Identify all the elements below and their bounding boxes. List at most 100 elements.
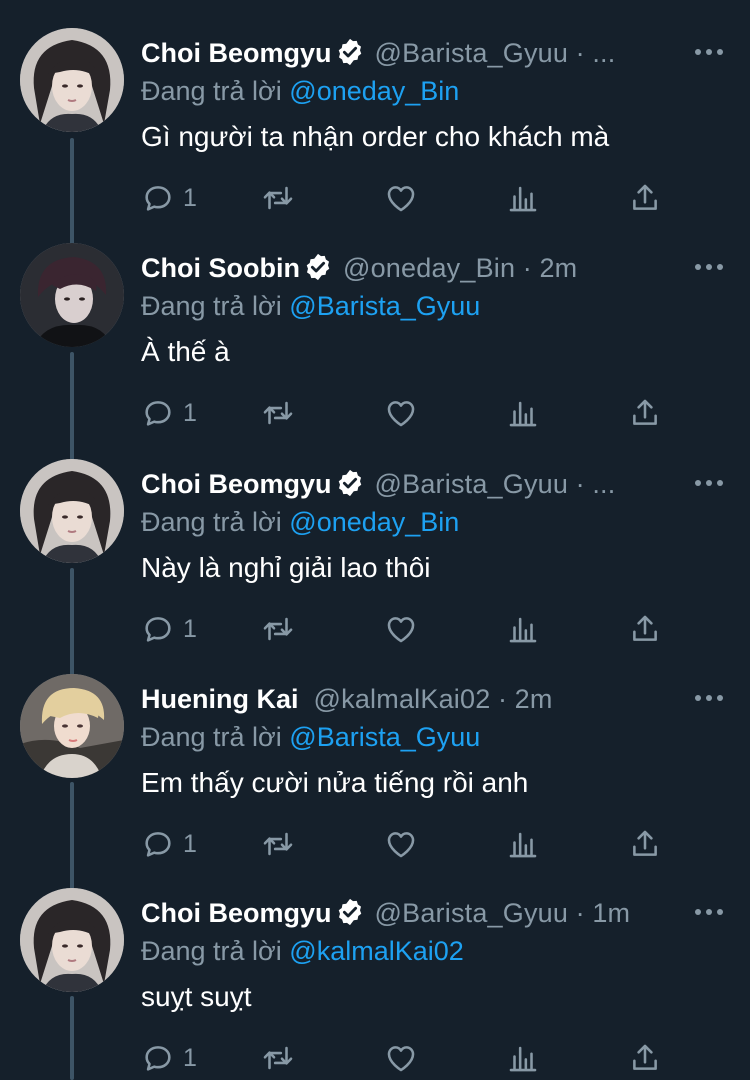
- user-handle[interactable]: @oneday_Bin: [343, 253, 515, 283]
- mention-link[interactable]: @Barista_Gyuu: [289, 291, 480, 321]
- replying-to-label: Đang trả lời: [141, 507, 282, 537]
- analytics-icon: [509, 832, 537, 858]
- reply-count: 1: [183, 829, 197, 858]
- avatar[interactable]: [20, 888, 124, 992]
- timestamp[interactable]: 2m: [515, 684, 553, 714]
- share-button[interactable]: [628, 393, 662, 433]
- share-button[interactable]: [628, 178, 662, 218]
- analytics-button[interactable]: [506, 609, 540, 649]
- retweet-button[interactable]: [261, 824, 295, 864]
- like-button[interactable]: [384, 824, 418, 864]
- replying-to: Đang trả lời @kalmalKai02: [141, 932, 464, 970]
- retweet-icon: [263, 1046, 293, 1070]
- user-handle[interactable]: @kalmalKai02: [314, 684, 491, 714]
- share-icon: [633, 830, 657, 856]
- more-options-icon[interactable]: [693, 255, 725, 279]
- tweet-header: Choi Beomgyu @Barista_Gyuu · ...: [141, 34, 686, 72]
- separator-dot: ·: [575, 469, 585, 499]
- retweet-button[interactable]: [261, 393, 295, 433]
- like-button[interactable]: [384, 178, 418, 218]
- replying-to-label: Đang trả lời: [141, 936, 282, 966]
- analytics-button[interactable]: [506, 1038, 540, 1078]
- mention-link[interactable]: @Barista_Gyuu: [289, 722, 480, 752]
- avatar-beomgyu-image: [20, 28, 124, 132]
- reply-icon: [145, 1046, 171, 1071]
- separator-dot: ·: [497, 684, 508, 714]
- mention-link[interactable]: @kalmalKai02: [289, 936, 464, 966]
- analytics-button[interactable]: [506, 393, 540, 433]
- like-button[interactable]: [384, 609, 418, 649]
- reply-count: 1: [183, 614, 197, 643]
- reply-button[interactable]: 1: [141, 178, 197, 218]
- reply-icon: [145, 401, 171, 426]
- share-icon: [633, 184, 657, 210]
- more-options-icon[interactable]: [693, 40, 725, 64]
- timestamp[interactable]: 1m: [592, 898, 630, 928]
- retweet-icon: [263, 832, 293, 856]
- display-name[interactable]: Choi Beomgyu: [141, 38, 332, 68]
- tweet[interactable]: Choi Beomgyu @Barista_Gyuu · ... Đang trả…: [0, 0, 750, 214]
- reply-count: 1: [183, 398, 197, 427]
- more-options-icon[interactable]: [693, 900, 725, 924]
- analytics-button[interactable]: [506, 824, 540, 864]
- like-button[interactable]: [384, 393, 418, 433]
- timestamp[interactable]: ...: [592, 38, 615, 68]
- replying-to: Đang trả lời @Barista_Gyuu: [141, 287, 480, 325]
- user-handle[interactable]: @Barista_Gyuu: [375, 38, 569, 68]
- retweet-button[interactable]: [261, 178, 295, 218]
- retweet-button[interactable]: [261, 609, 295, 649]
- analytics-icon: [509, 1046, 537, 1072]
- mention-link[interactable]: @oneday_Bin: [289, 507, 459, 537]
- avatar[interactable]: [20, 674, 124, 778]
- replying-to: Đang trả lời @oneday_Bin: [141, 503, 459, 541]
- tweet[interactable]: Choi Soobin @oneday_Bin · 2m Đang trả lời…: [0, 215, 750, 429]
- separator-dot: ·: [522, 253, 532, 283]
- display-name[interactable]: Choi Beomgyu: [141, 898, 332, 928]
- more-options-icon[interactable]: [693, 686, 725, 710]
- analytics-button[interactable]: [506, 178, 540, 218]
- timestamp[interactable]: ...: [592, 469, 615, 499]
- tweet[interactable]: Choi Beomgyu @Barista_Gyuu · ... Đang trả…: [0, 431, 750, 645]
- avatar-beomgyu-image: [20, 888, 124, 992]
- reply-icon: [145, 617, 171, 642]
- tweet-actions: 1: [141, 393, 681, 433]
- heart-icon: [387, 832, 415, 858]
- reply-count: 1: [183, 1043, 197, 1072]
- mention-link[interactable]: @oneday_Bin: [289, 76, 459, 106]
- share-button[interactable]: [628, 609, 662, 649]
- like-button[interactable]: [384, 1038, 418, 1078]
- user-handle[interactable]: @Barista_Gyuu: [375, 469, 569, 499]
- avatar[interactable]: [20, 243, 124, 347]
- tweet-actions: 1: [141, 609, 681, 649]
- display-name[interactable]: Choi Soobin: [141, 253, 300, 283]
- heart-icon: [387, 617, 415, 643]
- tweet[interactable]: Choi Beomgyu @Barista_Gyuu · 1m Đang trả …: [0, 860, 750, 1074]
- share-button[interactable]: [628, 824, 662, 864]
- verified-badge-icon: [306, 253, 330, 281]
- verified-badge-icon: [338, 469, 361, 497]
- user-handle[interactable]: @Barista_Gyuu: [375, 898, 569, 928]
- retweet-icon: [263, 401, 293, 425]
- display-name[interactable]: Huening Kai: [141, 684, 299, 714]
- share-button[interactable]: [628, 1038, 662, 1078]
- tweet-text: suỵt suỵt: [141, 981, 252, 1012]
- share-icon: [633, 399, 657, 425]
- reply-button[interactable]: 1: [141, 824, 197, 864]
- replying-to: Đang trả lời @oneday_Bin: [141, 72, 459, 110]
- retweet-button[interactable]: [261, 1038, 295, 1078]
- more-options-icon[interactable]: [693, 471, 725, 495]
- replying-to-label: Đang trả lời: [141, 76, 282, 106]
- tweet-text: À thế à: [141, 336, 230, 367]
- avatar[interactable]: [20, 28, 124, 132]
- reply-button[interactable]: 1: [141, 609, 197, 649]
- tweet[interactable]: Huening Kai @kalmalKai02 · 2m Đang trả l…: [0, 646, 750, 860]
- avatar-kai-image: [20, 674, 124, 778]
- timestamp[interactable]: 2m: [539, 253, 577, 283]
- reply-button[interactable]: 1: [141, 1038, 197, 1078]
- reply-icon: [145, 832, 171, 857]
- reply-icon: [145, 186, 171, 211]
- display-name[interactable]: Choi Beomgyu: [141, 469, 332, 499]
- reply-button[interactable]: 1: [141, 393, 197, 433]
- avatar[interactable]: [20, 459, 124, 563]
- share-icon: [633, 615, 657, 641]
